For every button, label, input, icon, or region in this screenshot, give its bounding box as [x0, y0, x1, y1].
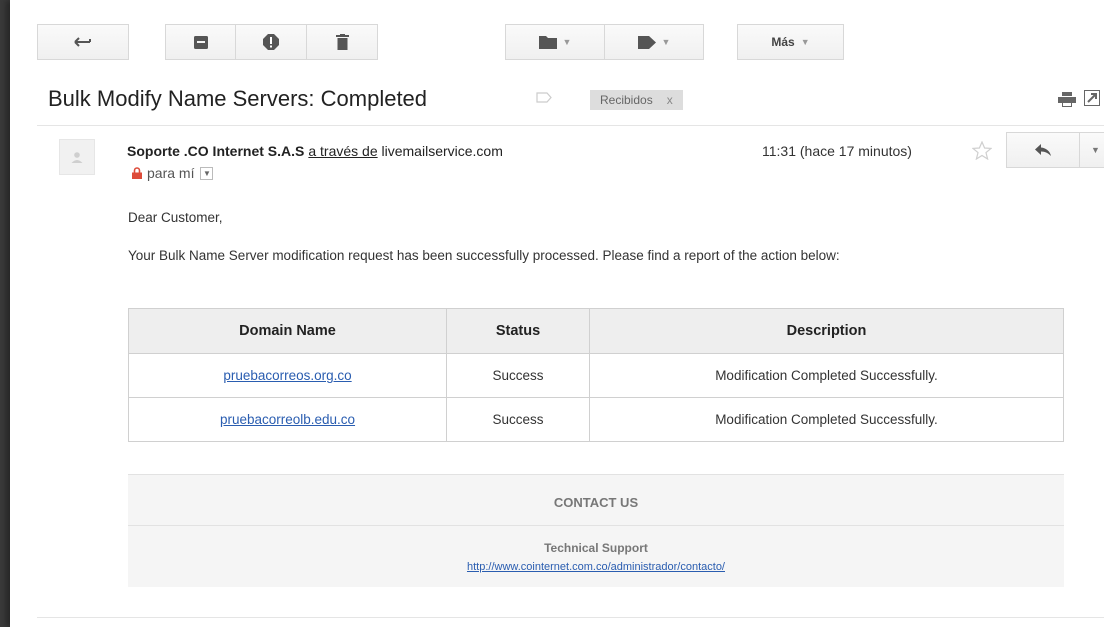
table-row: pruebacorreos.org.co Success Modificatio…	[128, 353, 1064, 398]
trash-icon	[335, 34, 349, 50]
intro-paragraph: Your Bulk Name Server modification reque…	[128, 248, 840, 263]
via-domain: livemailservice.com	[381, 143, 503, 159]
reply-button[interactable]	[1006, 132, 1080, 168]
domain-link[interactable]: pruebacorreos.org.co	[223, 368, 351, 383]
star-icon[interactable]	[972, 141, 992, 160]
chevron-down-icon: ▼	[1091, 145, 1100, 155]
more-button[interactable]: Más ▼	[737, 24, 844, 60]
column-header: Domain Name	[128, 308, 447, 354]
divider	[37, 617, 1104, 618]
back-arrow-icon	[74, 37, 91, 47]
chevron-down-icon: ▼	[562, 37, 572, 47]
domain-cell: pruebacorreos.org.co	[128, 353, 447, 398]
column-header: Description	[589, 308, 1064, 354]
recipient-text: para mí	[147, 165, 195, 181]
person-icon	[71, 152, 83, 163]
label-chip[interactable]: Recibidos x	[590, 90, 683, 110]
email-window: ▼ ▼ Más ▼ Bulk Modify Name Servers: Comp…	[10, 0, 1104, 627]
via-link[interactable]: a través de	[308, 143, 377, 159]
greeting: Dear Customer,	[128, 210, 223, 225]
email-subject: Bulk Modify Name Servers: Completed	[48, 86, 428, 111]
remove-label-button[interactable]: x	[667, 93, 673, 107]
divider	[128, 525, 1064, 526]
labels-button[interactable]: ▼	[605, 24, 704, 60]
archive-button[interactable]	[165, 24, 236, 60]
move-to-button[interactable]: ▼	[505, 24, 605, 60]
archive-icon	[193, 35, 208, 49]
more-actions-button[interactable]: ▼	[1080, 132, 1104, 168]
table-header-row: Domain Name Status Description	[128, 308, 1064, 354]
results-table: Domain Name Status Description pruebacor…	[128, 308, 1064, 442]
description-cell: Modification Completed Successfully.	[589, 397, 1064, 442]
recipient-line: para mí ▼	[132, 165, 214, 181]
show-details-dropdown[interactable]: ▼	[200, 166, 214, 180]
chevron-down-icon: ▼	[661, 37, 671, 47]
divider	[37, 125, 1104, 126]
reply-icon	[1035, 144, 1051, 156]
folder-icon	[538, 35, 557, 49]
new-window-icon[interactable]	[1084, 90, 1100, 106]
organize-button-group: ▼ ▼	[505, 24, 704, 60]
avatar[interactable]	[59, 139, 95, 175]
back-button[interactable]	[37, 24, 129, 60]
contact-section: CONTACT US Technical Support http://www.…	[128, 474, 1064, 587]
lock-icon	[132, 167, 142, 179]
description-cell: Modification Completed Successfully.	[589, 353, 1064, 398]
sender-name[interactable]: Soporte .CO Internet S.A.S	[127, 143, 304, 159]
tag-icon	[637, 35, 656, 49]
support-title: Technical Support	[544, 541, 648, 555]
report-spam-button[interactable]	[236, 24, 307, 60]
sender-line: Soporte .CO Internet S.A.S a través de li…	[127, 143, 503, 159]
domain-link[interactable]: pruebacorreolb.edu.co	[220, 412, 355, 427]
email-timestamp: 11:31 (hace 17 minutos)	[762, 143, 912, 159]
label-chip-text: Recibidos	[600, 93, 653, 107]
status-cell: Success	[446, 353, 590, 398]
support-link[interactable]: http://www.cointernet.com.co/administrad…	[128, 561, 1064, 573]
chevron-down-icon: ▼	[800, 37, 810, 47]
status-cell: Success	[446, 397, 590, 442]
delete-button[interactable]	[307, 24, 378, 60]
domain-cell: pruebacorreolb.edu.co	[128, 397, 447, 442]
important-marker-icon[interactable]	[536, 92, 552, 103]
print-icon[interactable]	[1058, 92, 1076, 107]
column-header: Status	[446, 308, 590, 354]
report-spam-icon	[263, 34, 279, 50]
action-button-group	[165, 24, 378, 60]
table-row: pruebacorreolb.edu.co Success Modificati…	[128, 397, 1064, 442]
more-button-label: Más	[771, 35, 795, 49]
contact-title: CONTACT US	[553, 495, 639, 510]
